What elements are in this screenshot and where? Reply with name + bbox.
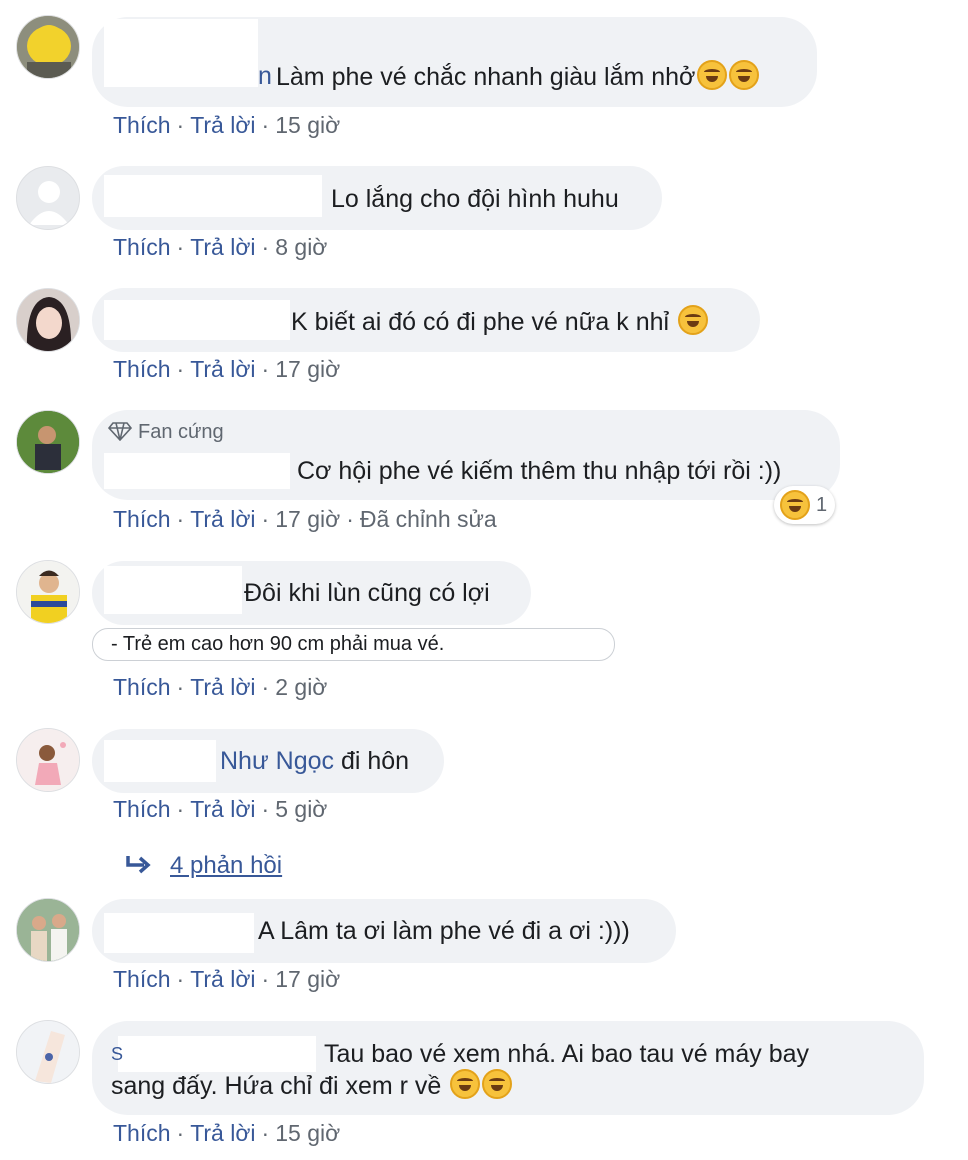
- avatar[interactable]: [16, 560, 80, 624]
- timestamp[interactable]: 15 giờ: [275, 1120, 340, 1146]
- timestamp[interactable]: 15 giờ: [275, 112, 340, 138]
- fan-badge: Fan cứng: [107, 421, 224, 444]
- reply-link[interactable]: Trả lời: [190, 674, 255, 700]
- timestamp[interactable]: 17 giờ: [275, 356, 340, 382]
- comment-actions: Thích · Trả lời · 5 giờ: [113, 796, 328, 822]
- replies-count-link[interactable]: 4 phản hồi: [170, 852, 282, 879]
- like-link[interactable]: Thích: [113, 356, 171, 382]
- reply-link[interactable]: Trả lời: [190, 506, 255, 532]
- comment-actions: Thích · Trả lời · 15 giờ: [113, 1120, 341, 1146]
- laughing-tears-icon: [697, 60, 728, 90]
- comment-actions: Thích · Trả lời · 17 giờ · Đã chỉnh sửa: [113, 506, 497, 532]
- author-name-fragment[interactable]: S: [111, 1038, 123, 1070]
- like-link[interactable]: Thích: [113, 674, 171, 700]
- like-link[interactable]: Thích: [113, 796, 171, 822]
- haha-reaction-icon: [780, 490, 810, 520]
- comment-text: Lo lắng cho đội hình huhu: [331, 185, 619, 213]
- timestamp[interactable]: 5 giờ: [275, 796, 327, 822]
- default-avatar-icon[interactable]: [16, 166, 80, 230]
- avatar[interactable]: [16, 898, 80, 962]
- avatar[interactable]: [16, 410, 80, 474]
- reply-link[interactable]: Trả lời: [190, 112, 255, 138]
- comment-text: A Lâm ta ơi làm phe vé đi a ơi :))): [258, 917, 630, 945]
- reaction-summary[interactable]: 1: [774, 486, 836, 524]
- timestamp[interactable]: 2 giờ: [275, 674, 327, 700]
- like-link[interactable]: Thích: [113, 112, 171, 138]
- comment-text: Đôi khi lùn cũng có lợi: [244, 579, 490, 607]
- like-link[interactable]: Thích: [113, 506, 171, 532]
- comment-text-line2: sang đấy. Hứa chỉ đi xem r về: [111, 1069, 513, 1102]
- timestamp[interactable]: 8 giờ: [275, 234, 327, 260]
- comment-text: K biết ai đó có đi phe vé nữa k nhỉ: [291, 305, 709, 338]
- comment-text: Như Ngọc đi hôn: [220, 747, 410, 775]
- reply-link[interactable]: Trả lời: [190, 966, 255, 992]
- avatar[interactable]: [16, 15, 80, 79]
- diamond-icon: [107, 422, 133, 442]
- reaction-count: 1: [816, 493, 828, 516]
- avatar[interactable]: [16, 728, 80, 792]
- author-name-fragment[interactable]: n: [258, 60, 272, 92]
- mention-link[interactable]: Như Ngọc: [220, 747, 334, 775]
- avatar[interactable]: [16, 1020, 80, 1084]
- comment-text: Cơ hội phe vé kiếm thêm thu nhập tới rồi…: [297, 457, 782, 485]
- rofl-icon: [678, 305, 709, 335]
- badge-label: Fan cứng: [138, 421, 224, 443]
- rofl-icon: [450, 1069, 481, 1099]
- comment-actions: Thích · Trả lời · 8 giờ: [113, 234, 328, 260]
- comment-actions: Thích · Trả lời · 2 giờ: [113, 674, 328, 700]
- comment-text: Tau bao vé xem nhá. Ai bao tau vé máy ba…: [324, 1040, 810, 1068]
- edited-label[interactable]: Đã chỉnh sửa: [360, 506, 497, 532]
- reply-arrow-icon: [124, 852, 152, 880]
- comment-actions: Thích · Trả lời · 15 giờ: [113, 112, 341, 138]
- like-link[interactable]: Thích: [113, 1120, 171, 1146]
- timestamp[interactable]: 17 giờ: [275, 966, 340, 992]
- comment-actions: Thích · Trả lời · 17 giờ: [113, 966, 341, 992]
- reply-link[interactable]: Trả lời: [190, 356, 255, 382]
- comment-actions: Thích · Trả lời · 17 giờ: [113, 356, 341, 382]
- avatar[interactable]: [16, 288, 80, 352]
- like-link[interactable]: Thích: [113, 234, 171, 260]
- reply-link[interactable]: Trả lời: [190, 796, 255, 822]
- laughing-tears-icon: [729, 60, 760, 90]
- reply-link[interactable]: Trả lời: [190, 234, 255, 260]
- reply-link[interactable]: Trả lời: [190, 1120, 255, 1146]
- timestamp[interactable]: 17 giờ: [275, 506, 340, 532]
- rofl-icon: [482, 1069, 513, 1099]
- attached-notice[interactable]: - Trẻ em cao hơn 90 cm phải mua vé.: [92, 628, 615, 661]
- view-replies-button[interactable]: 4 phản hồi: [124, 852, 282, 880]
- comment-text: Làm phe vé chắc nhanh giàu lắm nhở: [276, 60, 760, 93]
- like-link[interactable]: Thích: [113, 966, 171, 992]
